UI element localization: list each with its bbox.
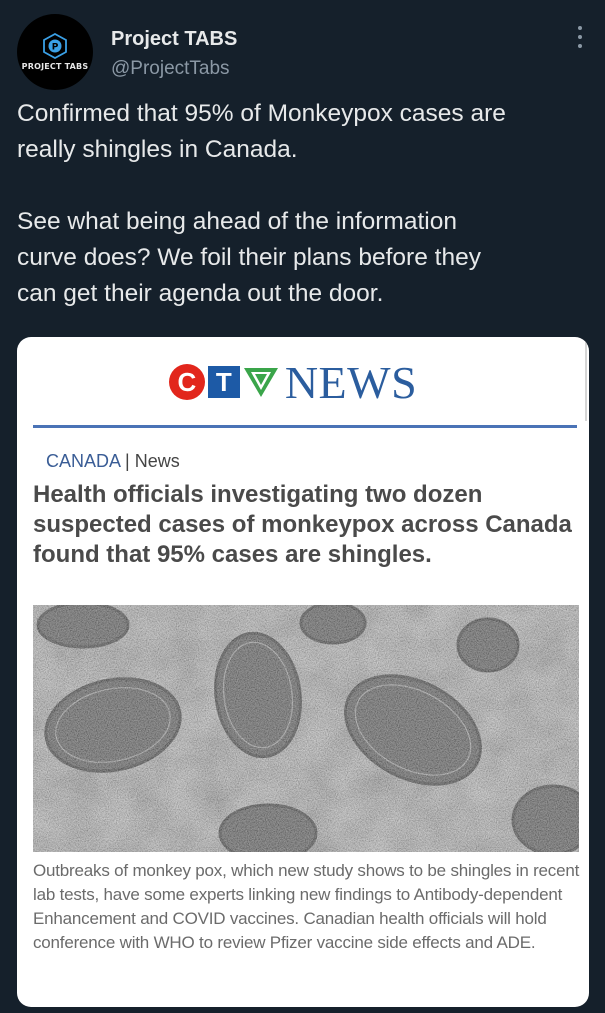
tweet-paragraph-1: Confirmed that 95% of Monkeypox cases ar… [17,100,506,163]
ctv-news-header: C T NEWS [17,337,589,427]
section-label: CANADA | News [46,451,180,472]
tweet: P PROJECT TABS Project TABS @ProjectTabs… [0,0,605,1013]
project-tabs-logo-icon: P [43,33,67,59]
attached-image[interactable]: C T NEWS CANADA | News Health officials … [17,337,589,1007]
avatar-brand-text: PROJECT TABS [21,62,89,71]
virus-micrograph-image [33,605,579,852]
ctv-logo-news: NEWS [284,356,418,408]
tweet-paragraph-2: See what being ahead of the information … [17,208,481,307]
article-headline: Health officials investigating two dozen… [33,481,572,568]
section-canada: CANADA [46,451,121,471]
section-separator: | [125,451,130,471]
avatar[interactable]: P PROJECT TABS [17,14,93,90]
more-options-icon[interactable] [577,26,583,48]
ctv-news-logo: C T NEWS [168,356,418,409]
display-name[interactable]: Project TABS [111,28,237,51]
ctv-logo-t: T [207,366,240,398]
image-caption: Outbreaks of monkey pox, which new study… [33,861,580,952]
ctv-logo-c: C [168,364,205,400]
section-news: News [134,451,180,471]
svg-text:P: P [52,43,59,53]
user-handle[interactable]: @ProjectTabs [111,58,230,80]
ctv-logo-v-icon [243,368,278,397]
tweet-text: Confirmed that 95% of Monkeypox cases ar… [17,96,592,312]
header-divider [33,425,577,428]
